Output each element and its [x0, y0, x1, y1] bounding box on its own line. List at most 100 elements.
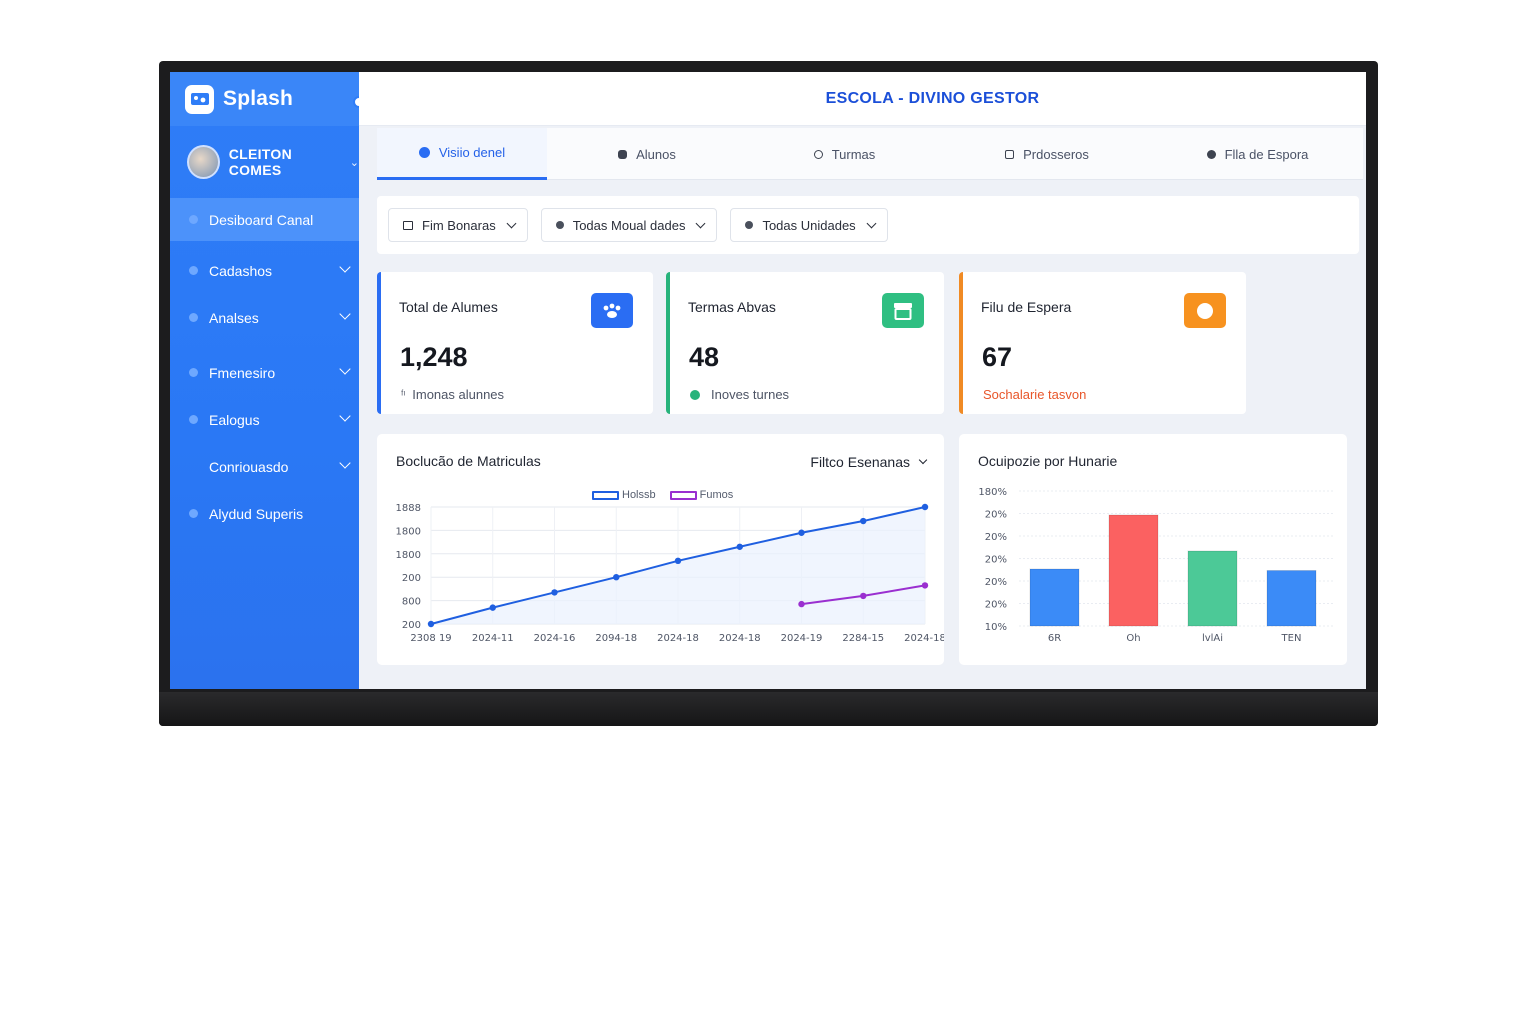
y-tick-label: 200 — [402, 573, 421, 584]
unit-icon — [745, 221, 754, 229]
y-tick-label: 200 — [402, 620, 421, 631]
bullet-icon — [189, 266, 198, 275]
filter-dropdown-1[interactable]: Fim Bonaras — [388, 208, 528, 242]
bullet-icon — [189, 368, 198, 377]
chevron-down-icon — [339, 363, 351, 375]
data-point — [427, 620, 435, 628]
data-point — [489, 604, 496, 611]
tab-label: Prdosseros — [1023, 146, 1089, 162]
chevron-down-icon — [339, 410, 351, 422]
card-active-classes: Termas Abvas 48 Inoves turnes — [666, 272, 944, 414]
tab-4[interactable]: Prdosseros — [942, 128, 1152, 180]
bar-Oh — [1108, 514, 1159, 627]
y-tick-label: 20% — [985, 532, 1007, 543]
card-label: Filu de Espera — [981, 299, 1072, 315]
monitor: Splash CLEITON COMES ⌄ Desiboard Canal Ca… — [159, 61, 1378, 726]
avatar — [187, 145, 220, 179]
data-point — [860, 592, 867, 600]
card-subtext: Inoves turnes — [690, 387, 789, 402]
status-dot-icon — [690, 389, 700, 400]
filter-label: Todas Moual dades — [572, 217, 686, 233]
filter-dropdown-3[interactable]: Todas Unidades — [730, 208, 888, 242]
x-tick-label: 2024-19 — [781, 633, 823, 644]
y-tick-label: 20% — [985, 577, 1007, 588]
y-tick-label: 1800 — [396, 526, 421, 537]
sidebar-item-label: Alydud Superis — [209, 505, 304, 522]
data-point — [613, 574, 620, 581]
queue-icon — [1206, 149, 1216, 159]
y-tick-label: 20% — [985, 600, 1007, 611]
bar-6R — [1029, 568, 1080, 627]
sidebar-item-label: Desiboard Canal — [209, 211, 314, 228]
y-tick-label: 800 — [402, 597, 421, 608]
tab-3[interactable]: Turmas — [747, 128, 942, 180]
data-point — [551, 589, 558, 596]
topbar: ESCOLA - DIVINO GESTOR — [359, 72, 1366, 126]
tab-label: Turmas — [831, 146, 876, 162]
calendar-icon — [403, 220, 413, 230]
x-tick-label: 2284-15 — [842, 633, 884, 644]
y-tick-label: 1888 — [396, 503, 421, 514]
x-tick-label: 2094-18 — [595, 633, 637, 644]
data-point — [860, 517, 867, 525]
x-tick-label: 2024-18 — [657, 633, 699, 644]
sidebar-item-label: Analses — [209, 309, 259, 326]
sidebar-item-5[interactable]: Ealogus — [170, 398, 359, 441]
tab-bar: Visiio denel Alunos Turmas Prdosseros Flla d… — [377, 128, 1363, 180]
filter-dropdown-2[interactable]: Todas Moual dades — [540, 208, 718, 242]
sidebar-item-label: Conriouasdo — [209, 458, 289, 475]
x-tick-label: 2024-18 — [719, 633, 761, 644]
brand-logo-icon — [185, 84, 214, 114]
tab-5[interactable]: Flla de Espora — [1152, 128, 1363, 180]
tab-label: Alunos — [636, 146, 676, 162]
tab-1[interactable]: Visiio denel — [377, 128, 547, 180]
monitor-bezel — [159, 692, 1378, 726]
occupancy-chart-panel: Ocuipozie por Hunarie 180% 20% 20% 20% 20% 20… — [959, 434, 1347, 665]
bar-lvlAi — [1187, 550, 1238, 627]
chevron-down-icon — [696, 218, 706, 228]
box-icon — [882, 293, 924, 328]
x-tick-label: TEN — [1281, 633, 1302, 644]
class-icon — [813, 149, 823, 159]
sidebar-item-2[interactable]: Cadashos — [170, 249, 359, 292]
card-subtext-label: Sochalarie tasvon — [983, 387, 1087, 402]
tab-2[interactable]: Alunos — [547, 128, 747, 180]
main-content: ESCOLA - DIVINO GESTOR Visiio denel Aluno… — [359, 72, 1366, 689]
sidebar-item-3[interactable]: Analses — [170, 296, 359, 339]
sidebar-item-4[interactable]: Fmenesiro — [170, 351, 359, 394]
chevron-down-icon — [866, 218, 877, 228]
paw-icon — [591, 293, 633, 328]
tab-label: Flla de Espora — [1224, 146, 1309, 162]
page-title: ESCOLA - DIVINO GESTOR — [825, 89, 1040, 107]
x-tick-label: 2024-18 — [904, 633, 944, 644]
filter-label: Fim Bonaras — [422, 217, 496, 233]
user-profile[interactable]: CLEITON COMES ⌄ — [170, 126, 359, 198]
card-subtext: Sochalarie tasvon — [983, 387, 1086, 402]
bullet-icon — [189, 509, 198, 518]
chevron-down-icon — [339, 308, 351, 320]
data-point — [921, 582, 929, 589]
card-waiting-list: Filu de Espera 67 Sochalarie tasvon — [959, 272, 1246, 414]
sidebar-item-7[interactable]: Alydud Superis — [170, 492, 359, 535]
sidebar-item-1[interactable]: Desiboard Canal — [170, 198, 359, 241]
bullet-icon — [189, 415, 198, 424]
sidebar-item-6[interactable]: Conriouasdo — [170, 445, 359, 488]
brand[interactable]: Splash — [170, 72, 365, 126]
tab-label: Visiio denel — [438, 145, 506, 160]
enrollment-chart-panel: Boclucão de Matriculas Filtco Esenanas H… — [377, 434, 944, 665]
filter-bar: Fim Bonaras Todas Moual dades Todas Unidad… — [377, 196, 1359, 254]
circle-icon — [418, 147, 430, 158]
user-name: CLEITON COMES — [228, 146, 292, 178]
bullet-icon — [189, 313, 198, 322]
bullet-icon — [189, 462, 198, 471]
x-tick-label: 2308 19 — [410, 633, 451, 644]
x-tick-label: lvlAi — [1202, 633, 1223, 644]
brand-name: Splash — [223, 87, 294, 110]
enrollment-line-chart: 1888 1800 1800 200 800 200 2308 19 2024-11 2024-… — [396, 503, 944, 644]
x-tick-label: 2024-16 — [534, 633, 576, 644]
card-value: 48 — [689, 342, 720, 372]
chevron-down-icon — [339, 457, 351, 469]
x-tick-label: 2024-11 — [472, 633, 514, 644]
x-tick-label: 6R — [1048, 633, 1061, 644]
circle-badge-icon — [1184, 293, 1226, 328]
